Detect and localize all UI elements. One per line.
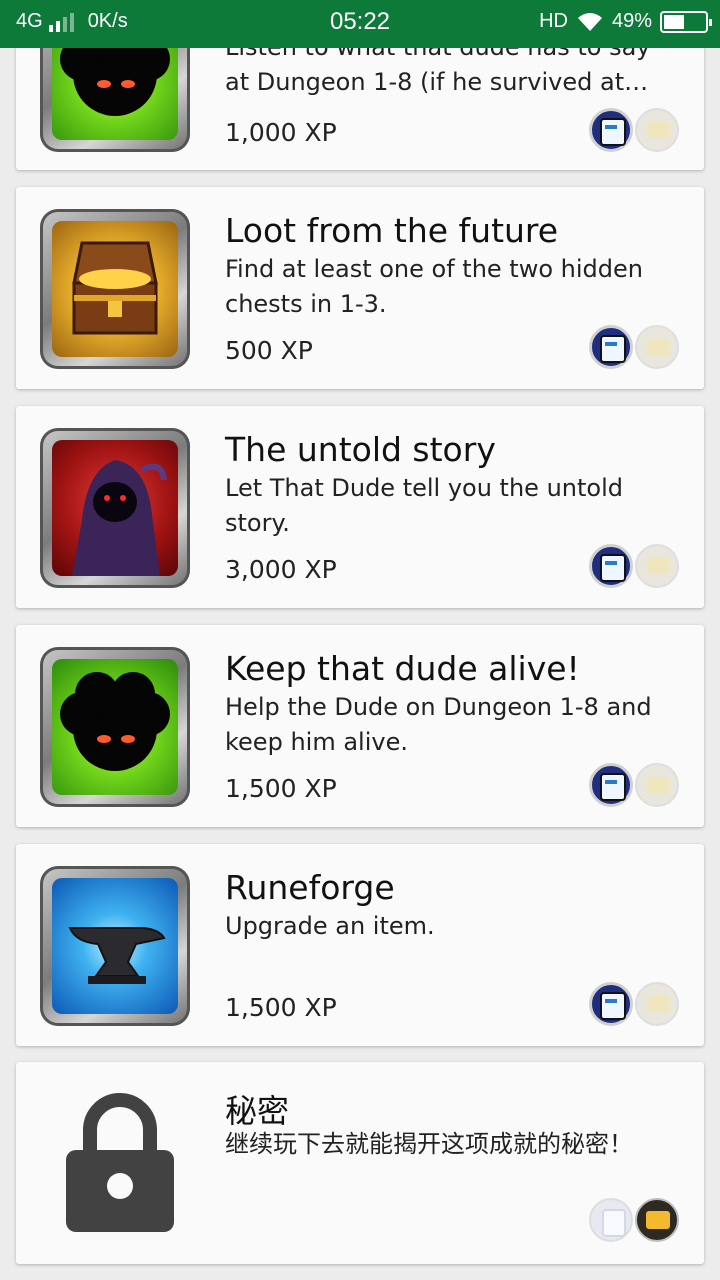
achievement-description: Help the Dude on Dungeon 1-8 and keep hi… xyxy=(225,693,652,756)
wifi-icon xyxy=(577,12,602,31)
chest-badge-icon xyxy=(635,1198,679,1242)
battery-level-fill xyxy=(664,14,684,29)
achievement-xp: 1,500 XP xyxy=(225,774,337,803)
achievement-xp: 500 XP xyxy=(225,336,313,365)
achievement-icon-frame xyxy=(40,428,190,588)
achievement-card[interactable]: Runeforge Upgrade an item. 1,500 XP xyxy=(16,844,704,1046)
lock-icon xyxy=(66,1093,174,1232)
achievement-card-locked[interactable]: 秘密 继续玩下去就能揭开这项成就的秘密！ xyxy=(16,1062,704,1264)
achievement-title: The untold story xyxy=(225,430,496,469)
achievement-xp: 1,000 XP xyxy=(225,118,337,147)
player-badge-icon xyxy=(589,325,633,369)
hd-indicator: HD xyxy=(539,10,568,32)
chest-badge-icon xyxy=(635,544,679,588)
system-status: HD 49% xyxy=(539,10,712,33)
achievement-title: Keep that dude alive! xyxy=(225,649,580,688)
achievement-card[interactable]: Loot from the future Find at least one o… xyxy=(16,187,704,389)
player-badge-icon xyxy=(589,982,633,1026)
chest-badge-icon xyxy=(635,982,679,1026)
battery-percent: 49% xyxy=(611,10,652,32)
battery-icon xyxy=(660,10,712,33)
achievement-card[interactable]: The untold story Let That Dude tell you … xyxy=(16,406,704,608)
achievement-description: Upgrade an item. xyxy=(225,912,435,940)
player-badge-icon xyxy=(589,763,633,807)
achievement-description: Let That Dude tell you the untold story. xyxy=(225,474,623,537)
achievement-icon-frame xyxy=(40,647,190,807)
chest-badge-icon xyxy=(635,108,679,152)
achievement-icon-frame xyxy=(40,209,190,369)
shadow-dude-icon xyxy=(52,659,178,795)
player-badge-icon xyxy=(589,1198,633,1242)
status-bar: 4G 0K/s 05:22 HD 49% xyxy=(0,0,720,48)
chest-badge-icon xyxy=(635,763,679,807)
achievement-description: Find at least one of the two hidden ches… xyxy=(225,255,643,318)
treasure-chest-icon xyxy=(52,221,178,357)
achievement-title: Runeforge xyxy=(225,868,395,907)
achievement-title: Loot from the future xyxy=(225,211,559,250)
achievement-xp: 3,000 XP xyxy=(225,555,337,584)
achievement-xp: 1,500 XP xyxy=(225,993,337,1022)
achievement-icon-frame xyxy=(40,866,190,1026)
achievement-description: 继续玩下去就能揭开这项成就的秘密！ xyxy=(225,1130,633,1158)
achievement-card[interactable]: Keep that dude alive! Help the Dude on D… xyxy=(16,625,704,827)
player-badge-icon xyxy=(589,108,633,152)
anvil-icon xyxy=(52,878,178,1014)
hooded-figure-icon xyxy=(52,440,178,576)
player-badge-icon xyxy=(589,544,633,588)
chest-badge-icon xyxy=(635,325,679,369)
